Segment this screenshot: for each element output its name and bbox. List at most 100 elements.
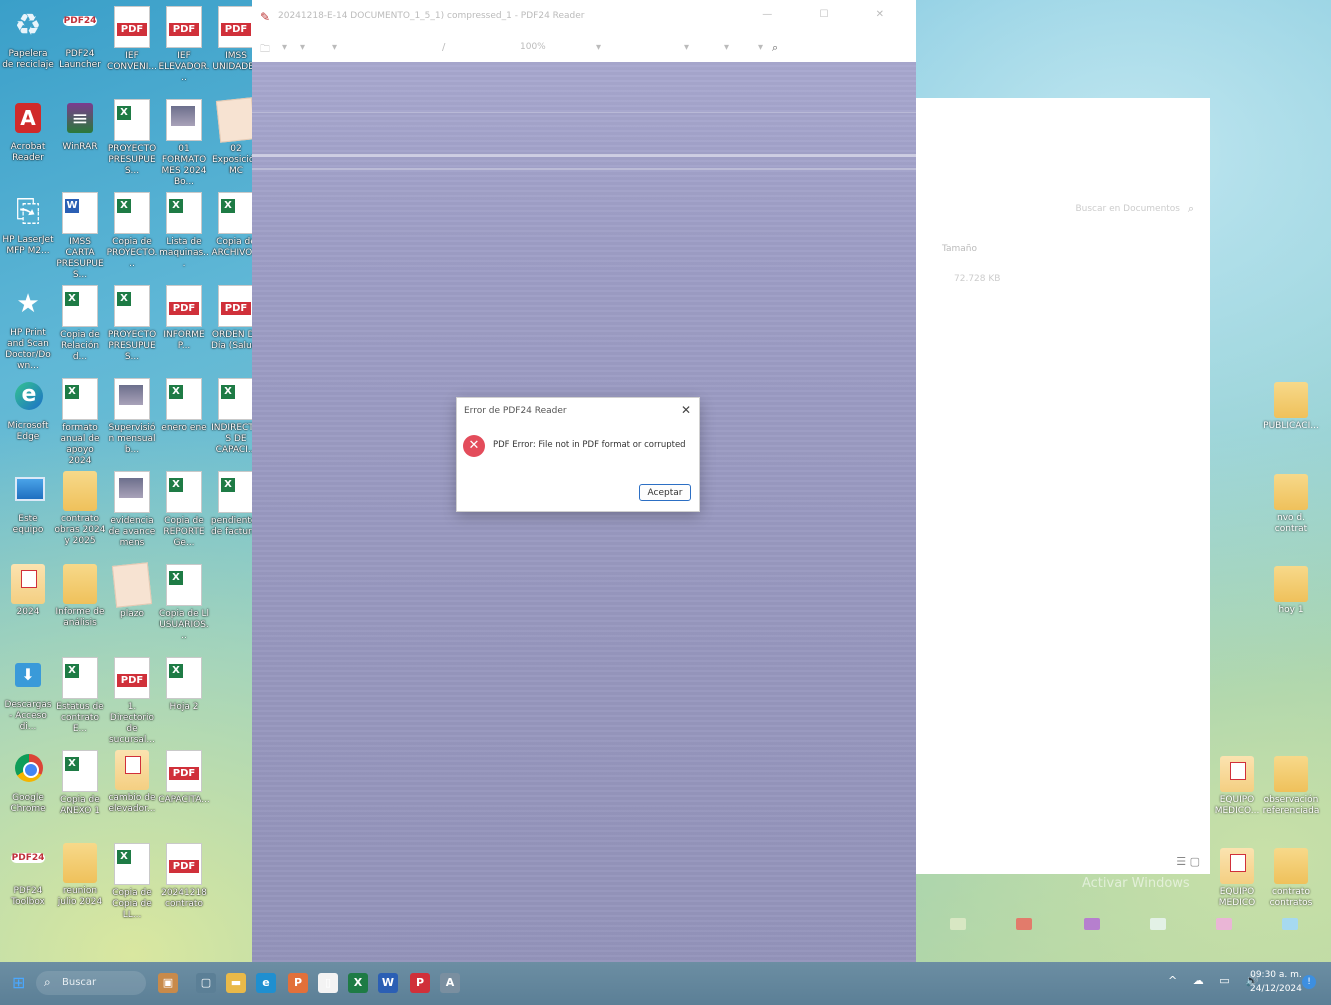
desktop-icon[interactable]: Supervisión mensual b...	[106, 376, 158, 466]
desktop-icon[interactable]: Copia de REPORTE Ge...	[158, 469, 210, 559]
clock-date: 24/12/2024	[1250, 984, 1302, 994]
xls-icon	[218, 378, 254, 420]
desktop-icon[interactable]: Estatus de contrato E...	[54, 655, 106, 745]
desktop-icon[interactable]: EQUIPO MEDICO...	[1208, 756, 1266, 817]
desktop-icon[interactable]: observación referenciada	[1262, 756, 1320, 817]
task-app-word-icon[interactable]: W	[378, 973, 398, 993]
xls-icon	[218, 471, 254, 513]
desktop-icon[interactable]: 20241218 contrato	[158, 841, 210, 931]
task-app-explorer-icon[interactable]: ▬	[226, 973, 246, 993]
window-controls[interactable]: — ☐ ✕	[762, 9, 906, 20]
desktop-icon-label: Microsoft Edge	[7, 421, 49, 442]
desktop-icon[interactable]: enero ene	[158, 376, 210, 466]
desktop-icon[interactable]: IEF ELEVADOR...	[158, 4, 210, 94]
window-titlebar[interactable]: ✎ 20241218-E-14 DOCUMENTO_1_5_1) compres…	[252, 0, 916, 34]
error-dialog[interactable]: Error de PDF24 Reader ✕ ✕ PDF Error: Fil…	[456, 397, 700, 512]
desktop-icon[interactable]: Informe de análisis	[54, 562, 106, 652]
desktop-icon[interactable]: 1. Directorio de sucursal...	[106, 655, 158, 745]
desktop-icon[interactable]: IEF CONVENI...	[106, 4, 158, 94]
folder-icon	[63, 471, 97, 511]
desktop-icon[interactable]: WinRAR	[54, 97, 106, 187]
task-app-widgets-icon[interactable]: ▣	[158, 973, 178, 993]
desktop-icon[interactable]: Acrobat Reader	[2, 97, 54, 187]
desktop-icon[interactable]: nvo d. contrat	[1262, 474, 1320, 535]
accept-button[interactable]: Aceptar	[639, 484, 691, 501]
desktop-icon[interactable]: formato anual de apoyo 2024	[54, 376, 106, 466]
desktop-icon[interactable]: CAPACITA...	[158, 748, 210, 838]
desktop-icon[interactable]: EQUIPO MEDICO	[1208, 848, 1266, 909]
desktop-icon[interactable]: contrato obras 2024 y 2025	[54, 469, 106, 559]
desktop-icon[interactable]: Lista de maquinas...	[158, 190, 210, 280]
desktop-icon[interactable]: PUBLICACI...	[1262, 382, 1320, 432]
desktop-icon-label: Copia de Relación d...	[60, 330, 100, 362]
desktop-icon[interactable]: HP Print and Scan Doctor/Down...	[2, 283, 54, 373]
task-app-taskview-icon[interactable]: ▢	[196, 973, 216, 993]
task-app-notepad-icon[interactable]: ▯	[318, 973, 338, 993]
desktop-icon[interactable]: 2024	[2, 562, 54, 652]
view-details-icon[interactable]: ☰ ▢	[1176, 855, 1200, 868]
desktop-icon-label: Acrobat Reader	[10, 142, 46, 163]
xls-icon	[62, 657, 98, 699]
view-dropdown-icon[interactable]: ▾	[684, 42, 689, 53]
windows-start-icon[interactable]: ⊞	[12, 975, 28, 991]
desktop-icon[interactable]: hoy 1	[1262, 566, 1320, 616]
desktop-icon[interactable]: Papelera de reciclaje	[2, 4, 54, 94]
print-icon[interactable]: ▾	[300, 42, 305, 53]
xls-icon	[114, 99, 150, 141]
tools-dropdown-icon[interactable]: ▾	[758, 42, 763, 53]
task-app-pdf24-icon[interactable]: P	[410, 973, 430, 993]
error-message: PDF Error: File not in PDF format or cor…	[493, 440, 686, 450]
zoom-level[interactable]: 100%	[520, 42, 546, 52]
desktop-icon[interactable]: PDF24 Launcher	[54, 4, 106, 94]
desktop-icon[interactable]: evidencia de avance mens	[106, 469, 158, 559]
desktop-icon[interactable]: Descargas - Acceso di...	[2, 655, 54, 745]
notification-icon[interactable]: !	[1302, 975, 1316, 989]
search-icon[interactable]: ⌕	[772, 41, 778, 55]
desktop-icon[interactable]: PROYECTO PRESUPUES...	[106, 97, 158, 187]
bg-tile	[1016, 918, 1032, 930]
window-search-placeholder[interactable]: Buscar en Documentos	[1075, 204, 1180, 214]
open-folder-icon[interactable]: 🗀	[260, 42, 270, 59]
desktop-icon[interactable]: 01 FORMATO MES 2024 Bo...	[158, 97, 210, 187]
desktop-icon[interactable]: Microsoft Edge	[2, 376, 54, 466]
taskbar-search[interactable]: ⌕ Buscar	[36, 971, 146, 995]
desktop-icon-label: EQUIPO MEDICO...	[1214, 795, 1260, 816]
desktop-icon-label: plazo	[120, 609, 144, 619]
desktop-icon-label: Estatus de contrato E...	[56, 702, 104, 734]
desktop-icon[interactable]: Copia de ANEXO 1	[54, 748, 106, 838]
desktop-icon[interactable]: plazo	[106, 562, 158, 652]
desktop-icon[interactable]: Este equipo	[2, 469, 54, 559]
desktop-icon[interactable]: Copia de Copia de LL...	[106, 841, 158, 931]
background-window[interactable]: Buscar en Documentos ⌕ Tamaño 72.728 KB …	[914, 98, 1210, 874]
desktop-icon[interactable]: reunion julio 2024	[54, 841, 106, 931]
desktop-icon[interactable]: Hoja 2	[158, 655, 210, 745]
desktop-icon[interactable]: Copia de Ll USUARIOS...	[158, 562, 210, 652]
zoom-dropdown-icon[interactable]: ▾	[596, 42, 601, 53]
desktop-icon[interactable]: Copia de Relación d...	[54, 283, 106, 373]
desktop-icon-label: CAPACITA...	[158, 795, 210, 805]
document-canvas[interactable]	[252, 62, 916, 962]
close-icon[interactable]: ✕	[681, 403, 691, 417]
desktop-icon[interactable]: contrato contratos	[1262, 848, 1320, 909]
search-icon[interactable]: ⌕	[1188, 202, 1194, 216]
task-app-excel-icon[interactable]: X	[348, 973, 368, 993]
task-app-pdf-icon[interactable]: P	[288, 973, 308, 993]
star-icon	[11, 285, 45, 325]
desktop-icon[interactable]: INFORME P...	[158, 283, 210, 373]
desktop-icon[interactable]: Copia de PROYECTO...	[106, 190, 158, 280]
folder-pdf-icon	[115, 750, 149, 790]
folder-icon	[1274, 756, 1308, 792]
desktop-icon[interactable]: HP LaserJet MFP M2...	[2, 190, 54, 280]
pdf-icon	[218, 6, 254, 48]
desktop-icon[interactable]: cambio de elevador...	[106, 748, 158, 838]
save-icon[interactable]: ▾	[282, 42, 287, 53]
rotate-dropdown-icon[interactable]: ▾	[724, 42, 729, 53]
desktop-icon[interactable]: PROYECTO PRESUPUES...	[106, 283, 158, 373]
task-app-acrobat-icon[interactable]: A	[440, 973, 460, 993]
desktop-icon[interactable]: PDF24 Toolbox	[2, 841, 54, 931]
chevron-down-icon[interactable]: ▾	[332, 42, 337, 53]
desktop-icon[interactable]: Google Chrome	[2, 748, 54, 838]
taskbar-clock[interactable]: 09:30 a. m. 24/12/2024	[1250, 968, 1302, 996]
task-app-edge-icon[interactable]: e	[256, 973, 276, 993]
desktop-icon[interactable]: IMSS CARTA PRESUPUES...	[54, 190, 106, 280]
